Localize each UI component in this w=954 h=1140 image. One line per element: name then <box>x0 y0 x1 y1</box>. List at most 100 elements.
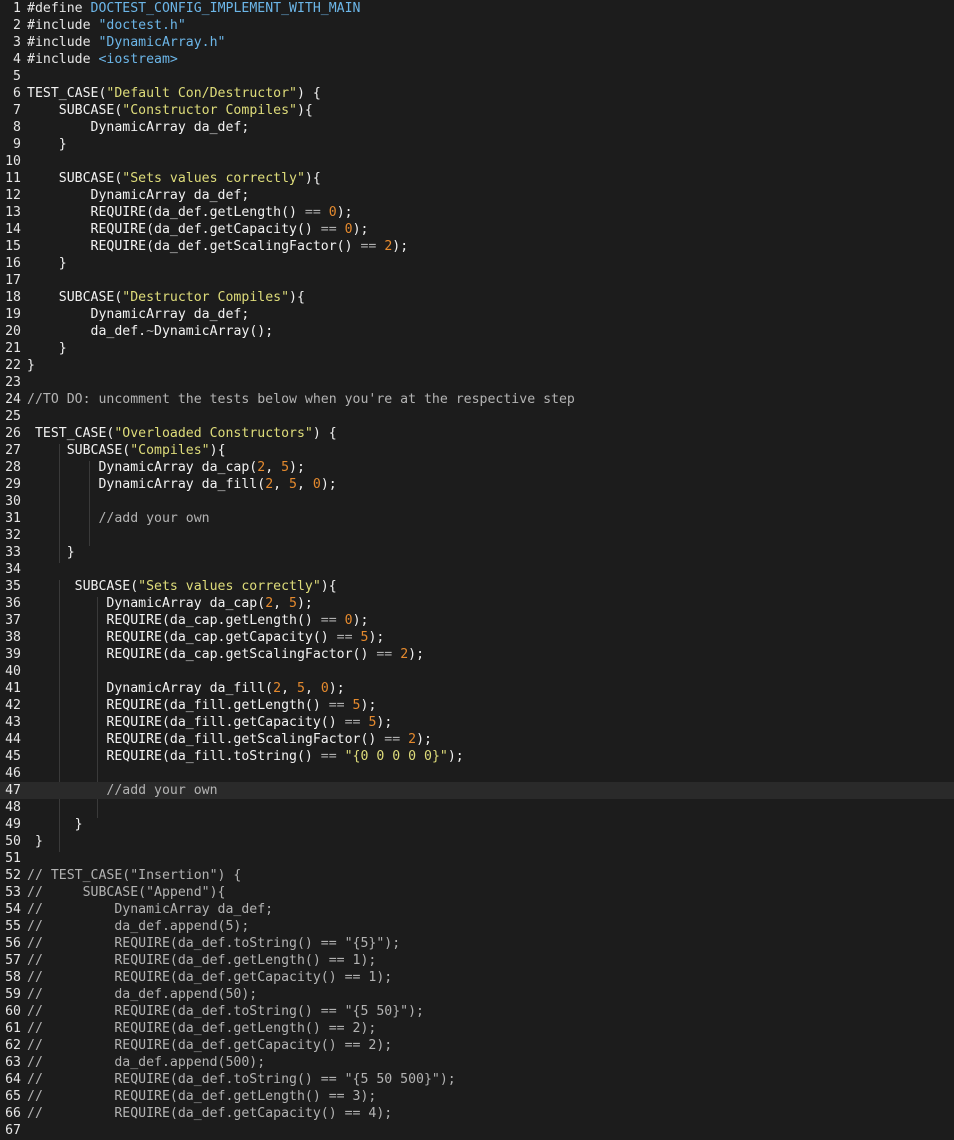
line-code[interactable]: #include "DynamicArray.h" <box>27 34 226 51</box>
code-line[interactable]: 60 // REQUIRE(da_def.toString() == "{5 50… <box>0 1003 954 1020</box>
line-code[interactable]: REQUIRE(da_fill.getScalingFactor() == 2)… <box>27 731 432 748</box>
line-code[interactable]: // REQUIRE(da_def.getCapacity() == 4); <box>27 1105 392 1122</box>
code-line[interactable]: 25 <box>0 408 954 425</box>
line-code[interactable]: // REQUIRE(da_def.getLength() == 2); <box>27 1020 376 1037</box>
line-code[interactable]: REQUIRE(da_cap.getCapacity() == 5); <box>27 629 384 646</box>
code-line[interactable]: 19 DynamicArray da_def; <box>0 306 954 323</box>
code-line[interactable]: 48 <box>0 799 954 816</box>
line-code[interactable]: REQUIRE(da_fill.getLength() == 5); <box>27 697 376 714</box>
line-code[interactable]: // REQUIRE(da_def.toString() == "{5 50 5… <box>27 1071 456 1088</box>
code-line[interactable]: 35 SUBCASE("Sets values correctly"){ <box>0 578 954 595</box>
code-line[interactable]: 29 DynamicArray da_fill(2, 5, 0); <box>0 476 954 493</box>
line-code[interactable]: // da_def.append(50); <box>27 986 257 1003</box>
code-line[interactable]: 1 #define DOCTEST_CONFIG_IMPLEMENT_WITH_M… <box>0 0 954 17</box>
code-line[interactable]: 15 REQUIRE(da_def.getScalingFactor() == … <box>0 238 954 255</box>
code-line[interactable]: 33 } <box>0 544 954 561</box>
code-line[interactable]: 37 REQUIRE(da_cap.getLength() == 0); <box>0 612 954 629</box>
line-code[interactable]: // da_def.append(500); <box>27 1054 265 1071</box>
code-line[interactable]: 47 //add your own <box>0 782 954 799</box>
line-code[interactable]: SUBCASE("Sets values correctly"){ <box>27 170 321 187</box>
line-code[interactable]: // REQUIRE(da_def.getLength() == 3); <box>27 1088 376 1105</box>
code-line[interactable]: 10 <box>0 153 954 170</box>
code-line[interactable]: 62 // REQUIRE(da_def.getCapacity() == 2); <box>0 1037 954 1054</box>
line-code[interactable]: // REQUIRE(da_def.getLength() == 1); <box>27 952 376 969</box>
line-code[interactable]: DynamicArray da_cap(2, 5); <box>27 595 312 612</box>
code-line[interactable]: 4 #include <iostream> <box>0 51 954 68</box>
code-line[interactable]: 7 SUBCASE("Constructor Compiles"){ <box>0 102 954 119</box>
code-line[interactable]: 40 <box>0 663 954 680</box>
code-line[interactable]: 9 } <box>0 136 954 153</box>
code-line[interactable]: 27 SUBCASE("Compiles"){ <box>0 442 954 459</box>
code-line[interactable]: 30 <box>0 493 954 510</box>
code-line[interactable]: 22} <box>0 357 954 374</box>
code-editor[interactable]: 1 #define DOCTEST_CONFIG_IMPLEMENT_WITH_M… <box>0 0 954 1140</box>
line-code[interactable]: REQUIRE(da_cap.getScalingFactor() == 2); <box>27 646 424 663</box>
code-line[interactable]: 53 // SUBCASE("Append"){ <box>0 884 954 901</box>
line-code[interactable]: } <box>27 816 83 833</box>
code-line[interactable]: 50 } <box>0 833 954 850</box>
line-code[interactable]: } <box>27 340 67 357</box>
code-line[interactable]: 34 <box>0 561 954 578</box>
line-code[interactable]: DynamicArray da_fill(2, 5, 0); <box>27 680 344 697</box>
line-code[interactable]: SUBCASE("Compiles"){ <box>27 442 226 459</box>
line-code[interactable]: DynamicArray da_def; <box>27 187 250 204</box>
code-line[interactable]: 26 TEST_CASE("Overloaded Constructors") … <box>0 425 954 442</box>
line-code[interactable]: DynamicArray da_cap(2, 5); <box>27 459 304 476</box>
line-code[interactable]: REQUIRE(da_def.getCapacity() == 0); <box>27 221 369 238</box>
code-line[interactable]: 57 // REQUIRE(da_def.getLength() == 1); <box>0 952 954 969</box>
line-code[interactable]: // REQUIRE(da_def.getCapacity() == 2); <box>27 1037 392 1054</box>
code-line[interactable]: 49 } <box>0 816 954 833</box>
line-code[interactable]: SUBCASE("Sets values correctly"){ <box>27 578 337 595</box>
line-code[interactable]: //add your own <box>27 782 217 799</box>
line-code[interactable]: REQUIRE(da_fill.toString() == "{0 0 0 0 … <box>27 748 463 765</box>
line-code[interactable]: } <box>27 255 67 272</box>
code-line[interactable]: 63 // da_def.append(500); <box>0 1054 954 1071</box>
code-line[interactable]: 45 REQUIRE(da_fill.toString() == "{0 0 0… <box>0 748 954 765</box>
line-code[interactable]: } <box>27 833 43 850</box>
line-code[interactable]: } <box>27 544 75 561</box>
code-line[interactable]: 44 REQUIRE(da_fill.getScalingFactor() ==… <box>0 731 954 748</box>
code-line[interactable]: 23 <box>0 374 954 391</box>
line-code[interactable]: // TEST_CASE("Insertion") { <box>27 867 241 884</box>
line-code[interactable]: DynamicArray da_def; <box>27 119 250 136</box>
line-code[interactable]: DynamicArray da_fill(2, 5, 0); <box>27 476 336 493</box>
line-code[interactable]: // REQUIRE(da_def.getCapacity() == 1); <box>27 969 392 986</box>
code-line[interactable]: 12 DynamicArray da_def; <box>0 187 954 204</box>
code-line[interactable]: 66 // REQUIRE(da_def.getCapacity() == 4); <box>0 1105 954 1122</box>
line-code[interactable]: // SUBCASE("Append"){ <box>27 884 226 901</box>
code-line[interactable]: 16 } <box>0 255 954 272</box>
code-line[interactable]: 36 DynamicArray da_cap(2, 5); <box>0 595 954 612</box>
code-line[interactable]: 43 REQUIRE(da_fill.getCapacity() == 5); <box>0 714 954 731</box>
line-code[interactable]: #define DOCTEST_CONFIG_IMPLEMENT_WITH_MA… <box>27 0 360 17</box>
code-line[interactable]: 17 <box>0 272 954 289</box>
code-line[interactable]: 55 // da_def.append(5); <box>0 918 954 935</box>
line-code[interactable]: //TO DO: uncomment the tests below when … <box>27 391 575 408</box>
line-code[interactable]: // REQUIRE(da_def.toString() == "{5 50}"… <box>27 1003 424 1020</box>
line-code[interactable]: // da_def.append(5); <box>27 918 249 935</box>
code-line[interactable]: 2 #include "doctest.h" <box>0 17 954 34</box>
code-line[interactable]: 42 REQUIRE(da_fill.getLength() == 5); <box>0 697 954 714</box>
code-line[interactable]: 13 REQUIRE(da_def.getLength() == 0); <box>0 204 954 221</box>
code-line[interactable]: 24 //TO DO: uncomment the tests below whe… <box>0 391 954 408</box>
line-code[interactable]: } <box>27 357 35 374</box>
line-code[interactable]: //add your own <box>27 510 209 527</box>
code-line[interactable]: 31 //add your own <box>0 510 954 527</box>
code-line[interactable]: 38 REQUIRE(da_cap.getCapacity() == 5); <box>0 629 954 646</box>
code-line[interactable]: 56 // REQUIRE(da_def.toString() == "{5}")… <box>0 935 954 952</box>
line-code[interactable]: da_def.~DynamicArray(); <box>27 323 274 340</box>
code-line[interactable]: 32 <box>0 527 954 544</box>
code-line[interactable]: 54 // DynamicArray da_def; <box>0 901 954 918</box>
line-code[interactable]: SUBCASE("Constructor Compiles"){ <box>27 102 313 119</box>
code-line[interactable]: 52 // TEST_CASE("Insertion") { <box>0 867 954 884</box>
line-code[interactable]: TEST_CASE("Default Con/Destructor") { <box>27 85 321 102</box>
code-line[interactable]: 59 // da_def.append(50); <box>0 986 954 1003</box>
line-code[interactable]: SUBCASE("Destructor Compiles"){ <box>27 289 305 306</box>
code-line[interactable]: 20 da_def.~DynamicArray(); <box>0 323 954 340</box>
code-line[interactable]: 28 DynamicArray da_cap(2, 5); <box>0 459 954 476</box>
code-line[interactable]: 8 DynamicArray da_def; <box>0 119 954 136</box>
line-code[interactable]: TEST_CASE("Overloaded Constructors") { <box>27 425 337 442</box>
code-line[interactable]: 14 REQUIRE(da_def.getCapacity() == 0); <box>0 221 954 238</box>
code-line[interactable]: 41 DynamicArray da_fill(2, 5, 0); <box>0 680 954 697</box>
code-line[interactable]: 18 SUBCASE("Destructor Compiles"){ <box>0 289 954 306</box>
code-line[interactable]: 65 // REQUIRE(da_def.getLength() == 3); <box>0 1088 954 1105</box>
